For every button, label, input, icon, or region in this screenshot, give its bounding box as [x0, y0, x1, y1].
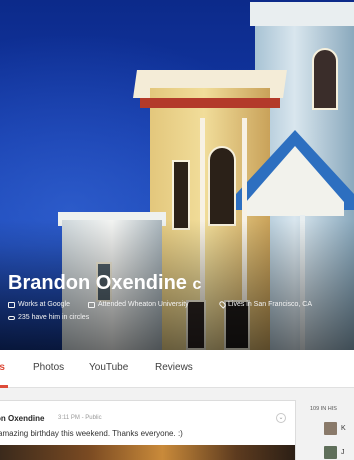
circles-text: 235 have him in circles [18, 314, 90, 321]
avatar [324, 445, 337, 459]
cover-photo: Brandon Oxendine c Works at Google Atten… [0, 0, 354, 350]
briefcase-icon [8, 301, 15, 308]
work-text: Works at Google [18, 301, 71, 308]
school-icon [88, 301, 95, 308]
education-text: Attended Wheaton University [98, 301, 189, 308]
profile-name-text: Brandon Oxendine [8, 272, 187, 294]
side-person-name: K [341, 424, 346, 432]
profile-tabs: ts Photos YouTube Reviews [0, 350, 354, 388]
active-tab-indicator [0, 385, 8, 388]
window [312, 48, 338, 110]
post-time-text: 3:11 PM [58, 415, 80, 421]
education-detail[interactable]: Attended Wheaton University [88, 301, 189, 308]
side-person-item[interactable]: J [324, 444, 354, 460]
post-text: amazing birthday this weekend. Thanks ev… [0, 429, 183, 438]
side-person-name: J [341, 448, 345, 456]
link-icon [8, 315, 15, 320]
tab-youtube[interactable]: YouTube [89, 362, 128, 373]
post-visibility: Public [85, 415, 102, 421]
verified-mark: c [192, 276, 202, 293]
circles-detail[interactable]: 235 have him in circles [8, 314, 89, 321]
tab-posts[interactable]: ts [0, 362, 5, 373]
side-person-item[interactable]: K [324, 420, 354, 436]
profile-name: Brandon Oxendine c [8, 272, 201, 295]
post-menu-icon[interactable]: ⌄ [276, 413, 286, 423]
post-card: on Oxendine 3:11 PM - Public ⌄ amazing b… [0, 400, 296, 460]
location-detail[interactable]: Lives in San Francisco, CA [218, 300, 313, 309]
post-author[interactable]: on Oxendine [0, 414, 44, 423]
window [208, 146, 236, 226]
post-image[interactable] [0, 445, 295, 460]
location-pin-icon [218, 300, 227, 309]
building-middle-cornice [140, 98, 280, 108]
building-right-roof [250, 2, 354, 26]
avatar [324, 421, 337, 435]
tab-reviews[interactable]: Reviews [155, 362, 193, 373]
work-detail[interactable]: Works at Google [8, 301, 70, 308]
tab-photos[interactable]: Photos [33, 362, 64, 373]
post-timestamp[interactable]: 3:11 PM - Public [58, 415, 102, 421]
location-text: Lives in San Francisco, CA [228, 301, 313, 308]
side-panel-title: 109 IN HIS [310, 406, 337, 412]
